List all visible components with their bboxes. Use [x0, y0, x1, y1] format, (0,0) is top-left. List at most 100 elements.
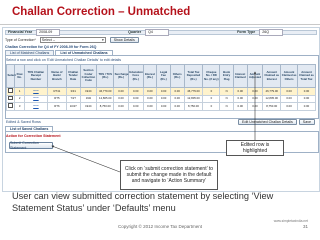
saved-rows-note: Edited & Saved Rows [6, 120, 41, 124]
table-cell: 0.00 [142, 94, 158, 103]
table-cell: 12,805.00 [183, 94, 204, 103]
page-number: 31 [302, 224, 308, 229]
column-header: Cheque No. / DD No. (if any) [202, 64, 221, 88]
form-type-label: Form Type [237, 30, 256, 35]
table-cell: 0 [202, 94, 221, 103]
table-cell: 46,7?9.00 [183, 87, 204, 96]
table-actions: Edit Unmatched Challan Details Save [238, 119, 315, 125]
column-header: Amount Claimed as Others [280, 64, 298, 88]
table-cell: 8,750.00 [262, 102, 282, 111]
table-cell: 0.00 [156, 87, 171, 96]
column-header: Others (Rs.) [169, 64, 185, 88]
table-cell: 0 [202, 102, 221, 111]
row-select-checkbox[interactable] [8, 103, 13, 108]
column-header: Book Entry Flag [219, 64, 234, 88]
table-cell: 7/2? [65, 94, 81, 103]
table-header-row: Select Row No. TDS Challan Receipt Numbe… [5, 64, 317, 88]
quarter-value: Q4 [145, 29, 170, 36]
correction-type-select[interactable]: Select -- ▾ [39, 37, 106, 43]
table-cell: 0.00 [127, 94, 144, 103]
table-cell: 194C [79, 87, 98, 96]
column-header: Interest Claimed [232, 64, 248, 88]
table-body: 1 ***** RT41 3/31 194C 46,7?9.00 0.00 0.00 0.00 0… [5, 87, 317, 111]
correction-type-value: Select -- [41, 37, 56, 42]
table-cell: 0.00 [232, 94, 248, 103]
statement-caption: Challan Correction for Q4 of FY 2008-09 … [5, 45, 97, 49]
edit-unmatched-challan-button[interactable]: Edit Unmatched Challan Details [238, 119, 297, 125]
correction-type-label: Type of Correction* [5, 37, 36, 42]
table-row[interactable]: 2 ***** RT5 7/2? 194I 12,805.00 0.00 0.00 0.00 0.… [5, 94, 317, 103]
column-header: Surcharge (Rs.) [113, 64, 129, 88]
column-header: Row No. [14, 64, 25, 88]
table-cell: 8,750.00 [183, 102, 204, 111]
table-cell: 0.00 [156, 94, 171, 103]
copyright-footer: Copyright © 2012 Income Tax Department [118, 224, 203, 229]
row-select-cell[interactable] [5, 94, 16, 103]
table-cell: 0.00 [246, 94, 264, 103]
table-cell: RT41 [46, 87, 67, 96]
column-header: Challan Tender Date [65, 64, 81, 88]
site-url: www.simpletaxindia.net [273, 219, 308, 223]
table-cell: 12,805.00 [262, 94, 282, 103]
column-header: Amount Claimed as Interest [262, 64, 282, 88]
challan-receipt-cell[interactable]: ***** [23, 102, 48, 111]
table-cell: N [219, 87, 234, 96]
row-select-cell[interactable] [5, 87, 16, 96]
table-cell: 0.00 [296, 94, 317, 103]
table-cell: 0.00 [232, 87, 248, 96]
column-header: Amount Claimed as Total Tax [296, 64, 317, 88]
row-number-cell: 2 [14, 94, 25, 103]
table-cell: 12,805.00 [96, 94, 115, 103]
form-type-value: 26Q [259, 29, 284, 36]
table-cell: 0.00 [113, 87, 129, 96]
table-cell: 0.00 [169, 102, 185, 111]
table-cell: N [219, 94, 234, 103]
statement-info-bar: Financial Year 2008-09 Quarter Q4 Form T… [5, 29, 317, 36]
table-cell: RT6 [46, 102, 67, 111]
table-cell: 46,7?9.00 [96, 87, 115, 96]
table-cell: 0.00 [127, 87, 144, 96]
table-cell: 8,750.00 [96, 102, 115, 111]
show-details-button[interactable]: Show Details [109, 37, 139, 43]
table-cell: RT5 [46, 94, 67, 103]
column-header: Education Cess (Rs.) [127, 64, 144, 88]
column-header: Amount Adjusted [246, 64, 264, 88]
correction-type-row: Type of Correction* Select -- ▾ Show Det… [5, 37, 139, 43]
financial-year-value: 2008-09 [36, 29, 61, 36]
column-header: TDS / TCS (Rs.) [96, 64, 115, 88]
table-cell: 0.00 [246, 102, 264, 111]
row-select-checkbox[interactable] [8, 95, 13, 101]
edited-row-callout: Edited row is highlighted [226, 140, 284, 156]
table-cell: 0.00 [280, 94, 298, 103]
table-row[interactable]: 3 ***** RT6 10/2? 194C 8,750.00 0.00 0.00 0.00 0.… [5, 102, 317, 111]
table-cell: 0.00 [113, 102, 129, 111]
submit-correction-statement-button[interactable]: Submit Correction Statement [9, 141, 53, 150]
table-cell: 0.00 [127, 102, 144, 111]
table-cell: 0.00 [232, 102, 248, 111]
table-cell: 0.00 [169, 87, 185, 96]
title-rule [0, 24, 320, 25]
save-button[interactable]: Save [298, 119, 315, 125]
unmatched-challans-table: Select Row No. TDS Challan Receipt Numbe… [5, 64, 317, 111]
table-cell: 0 [202, 87, 221, 96]
table-cell: 0.00 [246, 87, 264, 96]
row-select-cell[interactable] [5, 102, 16, 111]
quarter-label: Quarter [128, 30, 142, 35]
financial-year-label: Financial Year [8, 30, 33, 35]
challan-receipt-cell[interactable]: ***** [23, 87, 48, 96]
column-header: Legal Fee (Rs.) [156, 64, 171, 88]
table-cell: 46,7?9.00 [262, 87, 282, 96]
table-cell: 194C [79, 102, 98, 111]
table-row[interactable]: 1 ***** RT41 3/31 194C 46,7?9.00 0.00 0.00 0.00 0… [5, 87, 317, 96]
table-cell: 10/2? [65, 102, 81, 111]
table-cell: 0.00 [280, 102, 298, 111]
table-cell: 0.00 [296, 102, 317, 111]
row-select-checkbox[interactable] [8, 88, 13, 93]
column-header: Section Code/ Collection Code [79, 64, 98, 88]
table-cell: 0.00 [142, 87, 158, 96]
column-header: Name of Bank/ Branch [46, 64, 67, 88]
table-cell: 0.00 [113, 94, 129, 103]
challan-receipt-cell[interactable]: ***** [23, 94, 48, 103]
table-cell: 0.00 [142, 102, 158, 111]
table-cell: 0.00 [156, 102, 171, 111]
